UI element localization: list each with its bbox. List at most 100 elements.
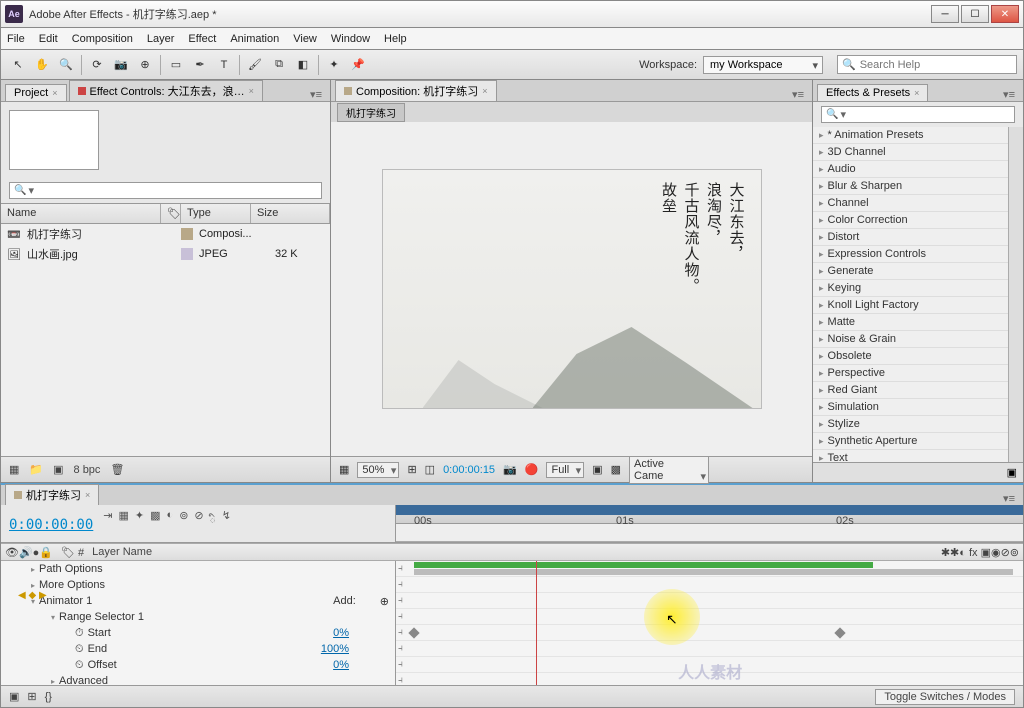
add-icon[interactable]: ⊕ — [380, 595, 389, 608]
menu-help[interactable]: Help — [384, 33, 407, 45]
fx-category[interactable]: Noise & Grain — [813, 331, 1008, 348]
layer-row[interactable]: ▸More Options — [1, 577, 395, 593]
fx-category[interactable]: Stylize — [813, 416, 1008, 433]
time-display[interactable]: 0:00:00:15 — [443, 464, 495, 476]
tl-foot-icon[interactable]: ▣ — [9, 690, 19, 703]
track-area[interactable]: ⫞ ⫞ ⫞ ⫞ ⫞ ⫞ ⫞ ⫞ ↖ 人人素材 — [396, 561, 1023, 685]
selection-tool-icon[interactable]: ↖ — [7, 54, 29, 76]
grid-icon[interactable]: ▦ — [339, 463, 349, 476]
fx-category[interactable]: Expression Controls — [813, 246, 1008, 263]
toggle-switches-button[interactable]: Toggle Switches / Modes — [875, 689, 1015, 705]
snapshot-icon[interactable]: 📷 — [503, 463, 517, 476]
panel-menu-icon[interactable]: ▾≡ — [999, 88, 1019, 101]
project-row[interactable]: 🖼 山水画.jpg JPEG 32 K — [1, 244, 330, 264]
fx-category[interactable]: Distort — [813, 229, 1008, 246]
tl-icon[interactable]: ◐ — [167, 509, 174, 540]
ruler-icon[interactable]: ⊞ — [407, 463, 416, 476]
roto-tool-icon[interactable]: ✦ — [323, 54, 345, 76]
fx-category[interactable]: Blur & Sharpen — [813, 178, 1008, 195]
bpc-label[interactable]: 8 bpc — [74, 464, 101, 476]
panel-menu-icon[interactable]: ▾≡ — [788, 88, 808, 101]
eraser-tool-icon[interactable]: ◧ — [292, 54, 314, 76]
prop-start[interactable]: ⏱Start0% — [1, 625, 395, 641]
close-button[interactable]: ✕ — [991, 5, 1019, 23]
fx-category[interactable]: Knoll Light Factory — [813, 297, 1008, 314]
layer-row[interactable]: ▸Advanced — [1, 673, 395, 685]
menu-view[interactable]: View — [293, 33, 317, 45]
col-label-icon[interactable]: 🏷 — [161, 204, 181, 223]
label-col-icon[interactable]: 🏷 # — [61, 546, 84, 559]
camera-select[interactable]: Active Came — [629, 456, 709, 484]
new-bin-icon[interactable]: ▣ — [1007, 466, 1017, 479]
playhead[interactable] — [536, 561, 537, 685]
menu-file[interactable]: File — [7, 33, 25, 45]
tl-icon[interactable]: ▩ — [150, 509, 160, 540]
fx-category[interactable]: * Animation Presets — [813, 127, 1008, 144]
project-search[interactable] — [9, 182, 322, 199]
effects-search[interactable] — [821, 106, 1015, 123]
panel-menu-icon[interactable]: ▾≡ — [999, 492, 1019, 505]
fx-category[interactable]: Audio — [813, 161, 1008, 178]
tl-icon[interactable]: ⇥ — [103, 509, 112, 540]
fx-category[interactable]: Simulation — [813, 399, 1008, 416]
comp-subtab[interactable]: 机打字练习 — [337, 103, 405, 122]
maximize-button[interactable]: ☐ — [961, 5, 989, 23]
fx-category[interactable]: Matte — [813, 314, 1008, 331]
fx-category[interactable]: 3D Channel — [813, 144, 1008, 161]
tl-icon[interactable]: ▦ — [119, 509, 129, 540]
rotate-tool-icon[interactable]: ⟳ — [86, 54, 108, 76]
transparency-icon[interactable]: ▩ — [611, 463, 621, 476]
fx-category[interactable]: Channel — [813, 195, 1008, 212]
time-ruler[interactable]: 00s 01s 02s — [396, 505, 1023, 524]
tl-foot-icon[interactable]: ⊞ — [27, 690, 36, 703]
pen-tool-icon[interactable]: ✒ — [189, 54, 211, 76]
fx-category[interactable]: Generate — [813, 263, 1008, 280]
col-layer-name[interactable]: Layer Name — [92, 546, 152, 558]
tab-composition[interactable]: Composition: 机打字练习× — [335, 80, 497, 101]
tl-icon[interactable]: ✦ — [135, 509, 144, 540]
workspace-select[interactable]: my Workspace — [703, 56, 823, 74]
menu-window[interactable]: Window — [331, 33, 370, 45]
composition-viewer[interactable]: 大江东去， 浪淘尽， 千古风流人物。 故垒 — [331, 122, 812, 456]
keyframe-nav[interactable]: ◀ ◆ ▶ — [18, 590, 47, 601]
resolution-select[interactable]: Full — [546, 462, 584, 478]
keyframe-icon[interactable] — [408, 627, 419, 638]
fx-category[interactable]: Synthetic Aperture — [813, 433, 1008, 450]
fx-category[interactable]: Obsolete — [813, 348, 1008, 365]
folder-icon[interactable]: 📁 — [29, 463, 43, 476]
zoom-tool-icon[interactable]: 🔍 — [55, 54, 77, 76]
tab-effect-controls[interactable]: Effect Controls: 大江东去，浪…× — [69, 80, 263, 101]
search-help-input[interactable] — [860, 59, 1012, 71]
timecode[interactable]: 0:00:00:00 — [9, 517, 93, 533]
text-tool-icon[interactable]: T — [213, 54, 235, 76]
prop-end[interactable]: ⏲End100% — [1, 641, 395, 657]
panel-menu-icon[interactable]: ▾≡ — [306, 88, 326, 101]
search-help[interactable]: 🔍 — [837, 55, 1017, 74]
keyframe-icon[interactable] — [834, 627, 845, 638]
layer-row[interactable]: ▾Range Selector 1 — [1, 609, 395, 625]
hand-tool-icon[interactable]: ✋ — [31, 54, 53, 76]
menu-layer[interactable]: Layer — [147, 33, 175, 45]
tab-project[interactable]: Project× — [5, 84, 67, 101]
stopwatch-icon[interactable]: ⏲ — [75, 659, 84, 672]
fx-category[interactable]: Keying — [813, 280, 1008, 297]
vis-col-icon[interactable]: 👁🔊●🔒 — [5, 546, 53, 559]
roi-icon[interactable]: ▣ — [592, 463, 602, 476]
fx-category[interactable]: Perspective — [813, 365, 1008, 382]
puppet-tool-icon[interactable]: 📌 — [347, 54, 369, 76]
camera-tool-icon[interactable]: 📷 — [110, 54, 132, 76]
clone-tool-icon[interactable]: ⧉ — [268, 54, 290, 76]
stopwatch-icon[interactable]: ⏲ — [75, 643, 84, 656]
scrollbar[interactable] — [1008, 127, 1023, 462]
stopwatch-icon[interactable]: ⏱ — [75, 627, 84, 640]
comp-new-icon[interactable]: ▣ — [53, 463, 63, 476]
minimize-button[interactable]: ─ — [931, 5, 959, 23]
trash-icon[interactable]: 🗑 — [110, 463, 124, 476]
menu-animation[interactable]: Animation — [230, 33, 279, 45]
pan-behind-tool-icon[interactable]: ⊕ — [134, 54, 156, 76]
tl-foot-icon[interactable]: {} — [45, 691, 52, 703]
menu-edit[interactable]: Edit — [39, 33, 58, 45]
tab-effects-presets[interactable]: Effects & Presets× — [817, 84, 928, 101]
prop-offset[interactable]: ⏲Offset0% — [1, 657, 395, 673]
fx-category[interactable]: Text — [813, 450, 1008, 462]
